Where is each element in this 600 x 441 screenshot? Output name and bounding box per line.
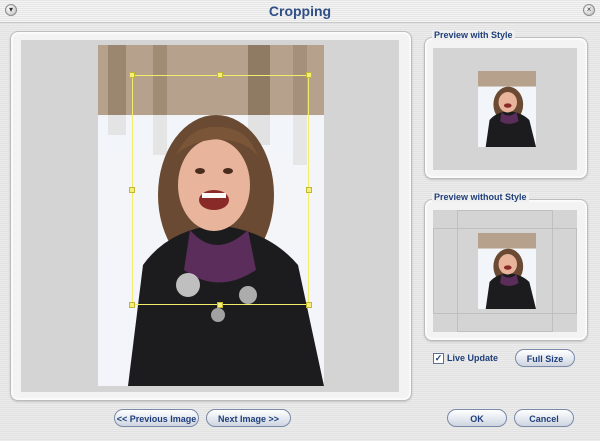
crop-frame[interactable] (132, 75, 309, 305)
crop-panel (10, 31, 412, 401)
crop-handle-bottom-right[interactable] (306, 302, 312, 308)
full-size-button[interactable]: Full Size (515, 349, 575, 367)
preview-with-style-thumbnail (478, 71, 536, 147)
crop-handle-top[interactable] (217, 72, 223, 78)
preview-with-style-panel (424, 37, 588, 179)
preview-with-style-canvas (433, 48, 577, 170)
preview-without-style-panel (424, 199, 588, 341)
crop-handle-left[interactable] (129, 187, 135, 193)
preview-with-style-label: Preview with Style (432, 30, 515, 40)
preview-without-style-thumbnail (478, 233, 536, 309)
ok-button[interactable]: OK (447, 409, 507, 427)
crop-handle-bottom-left[interactable] (129, 302, 135, 308)
live-update-checkbox[interactable]: ✓ (433, 353, 444, 364)
cancel-button[interactable]: Cancel (514, 409, 574, 427)
next-image-button[interactable]: Next Image >> (206, 409, 291, 427)
preview-with-style-illustration (478, 71, 536, 147)
preview-without-style-illustration (478, 233, 536, 309)
live-update-label: Live Update (447, 353, 499, 363)
title-bar: ▾ Cropping × (0, 0, 600, 23)
crop-handle-top-right[interactable] (306, 72, 312, 78)
close-icon[interactable]: × (583, 4, 595, 16)
crop-handle-bottom[interactable] (217, 302, 223, 308)
window-title: Cropping (268, 3, 332, 19)
crop-handle-top-left[interactable] (129, 72, 135, 78)
source-photo (98, 45, 324, 386)
preview-without-style-canvas (433, 210, 577, 332)
crop-handle-right[interactable] (306, 187, 312, 193)
crop-canvas (21, 40, 399, 392)
preview-without-style-label: Preview without Style (432, 192, 529, 202)
previous-image-button[interactable]: << Previous Image (114, 409, 199, 427)
